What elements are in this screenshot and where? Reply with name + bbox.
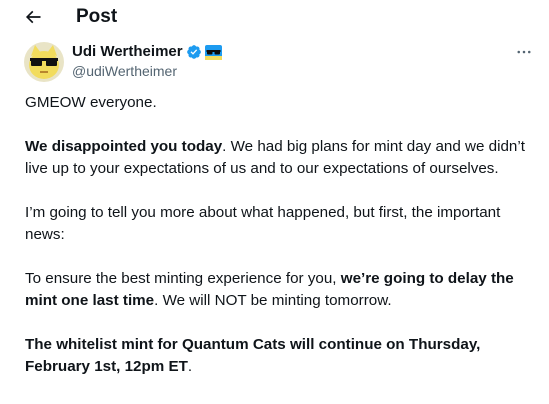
- tweet-bold-segment: The whitelist mint for Quantum Cats will…: [25, 336, 481, 375]
- tweet-paragraph-5: The whitelist mint for Quantum Cats will…: [25, 334, 540, 378]
- tweet-text-segment: .: [187, 358, 193, 375]
- page-title: Post: [76, 6, 118, 27]
- more-options-icon: [517, 50, 531, 54]
- author-block: Udi Wertheimer @udiWertheimer: [24, 42, 524, 82]
- user-handle[interactable]: @udiWertheimer: [72, 62, 177, 80]
- tweet-text-segment: I’m going to tell you more about what ha…: [25, 204, 501, 243]
- tweet-text-segment: To ensure the best minting experience fo…: [25, 270, 341, 287]
- tweet-paragraph-4: To ensure the best minting experience fo…: [25, 268, 540, 312]
- tweet-text: GMEOW everyone. We disappointed you toda…: [25, 92, 540, 400]
- tweet-paragraph-3: I’m going to tell you more about what ha…: [25, 202, 540, 246]
- back-button[interactable]: [20, 5, 46, 29]
- arrow-left-icon: [25, 10, 41, 24]
- cat-sunglasses-avatar: [24, 42, 64, 82]
- display-name[interactable]: Udi Wertheimer: [72, 42, 183, 62]
- tweet-text-segment: GMEOW everyone.: [25, 94, 157, 111]
- tweet-paragraph-2: We disappointed you today. We had big pl…: [25, 136, 540, 180]
- more-options-button[interactable]: [512, 42, 536, 62]
- sunglasses-emoji-icon: [204, 44, 222, 60]
- header-bar: Post: [0, 0, 549, 34]
- verified-badge-icon[interactable]: [186, 44, 202, 60]
- tweet-text-segment: . We will NOT be minting tomorrow.: [154, 292, 392, 309]
- tweet-bold-segment: We disappointed you today: [25, 138, 223, 155]
- avatar[interactable]: [24, 42, 64, 82]
- tweet-paragraph-1: GMEOW everyone.: [25, 92, 540, 114]
- name-row: Udi Wertheimer: [72, 42, 222, 62]
